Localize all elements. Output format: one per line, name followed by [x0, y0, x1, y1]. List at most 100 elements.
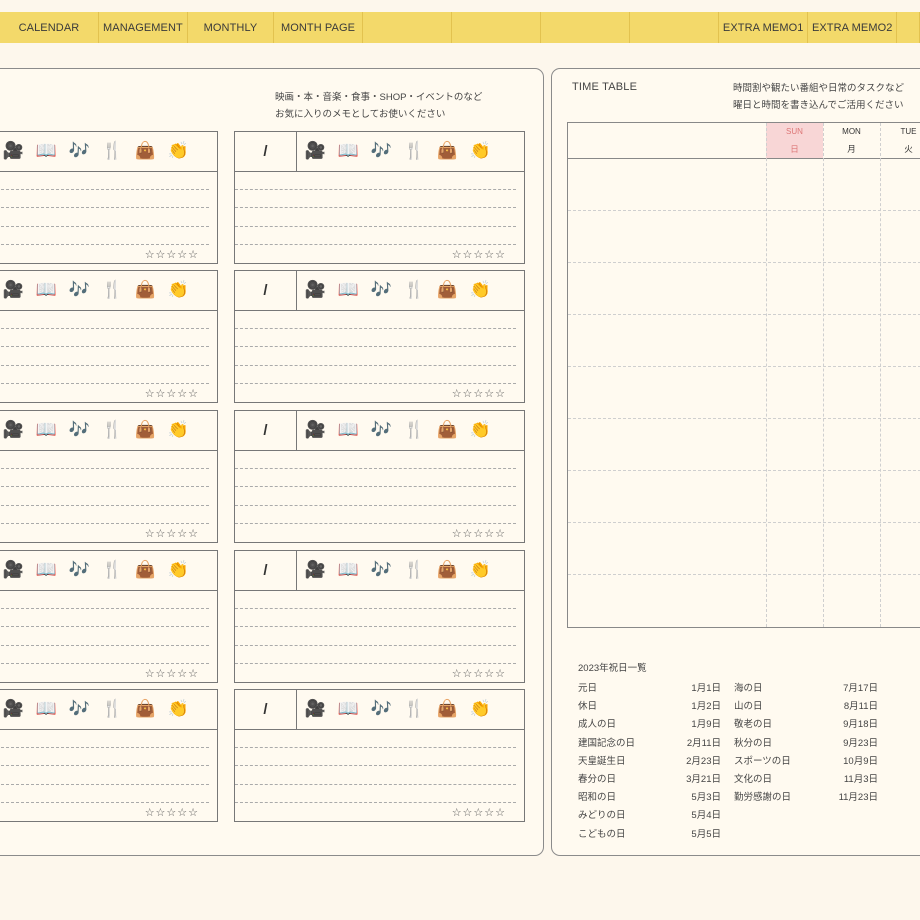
nav-tab-extra-memo2[interactable]: EXTRA MEMO2 — [808, 12, 898, 43]
handbag-icon[interactable]: 👜 — [129, 140, 162, 162]
music-notes-icon[interactable]: 🎶 — [63, 140, 96, 162]
nav-tab-calendar[interactable]: CALENDAR — [0, 12, 99, 43]
memo-card[interactable]: 🎥 📖 🎶 🍴 👜 👏 ☆☆☆☆☆ — [0, 550, 218, 683]
timetable-grid[interactable]: SUN 日 MON 月 TUE 火 — [567, 122, 920, 628]
date-field[interactable]: / — [235, 132, 297, 171]
nav-tab-empty[interactable] — [363, 12, 453, 43]
clapping-hands-icon[interactable]: 👏 — [464, 279, 497, 301]
memo-card[interactable]: 🎥 📖 🎶 🍴 👜 👏 ☆☆☆☆☆ — [0, 689, 218, 822]
music-notes-icon[interactable]: 🎶 — [63, 559, 96, 581]
star-rating[interactable]: ☆☆☆☆☆ — [145, 806, 199, 819]
clapping-hands-icon[interactable]: 👏 — [464, 698, 497, 720]
date-field[interactable]: / — [235, 690, 297, 729]
handbag-icon[interactable]: 👜 — [129, 279, 162, 301]
handbag-icon[interactable]: 👜 — [129, 559, 162, 581]
handbag-icon[interactable]: 👜 — [431, 419, 464, 441]
movie-camera-icon[interactable]: 🎥 — [0, 279, 30, 301]
nav-tab-empty[interactable] — [452, 12, 542, 43]
music-notes-icon[interactable]: 🎶 — [63, 698, 96, 720]
nav-tab-monthly[interactable]: MONTHLY — [188, 12, 275, 43]
fork-knife-icon[interactable]: 🍴 — [96, 559, 129, 581]
handbag-icon[interactable]: 👜 — [431, 698, 464, 720]
nav-tab-empty[interactable] — [897, 12, 920, 43]
book-icon[interactable]: 📖 — [332, 698, 365, 720]
nav-tab-extra-memo1[interactable]: EXTRA MEMO1 — [719, 12, 809, 43]
nav-tab-empty[interactable] — [630, 12, 720, 43]
handbag-icon[interactable]: 👜 — [129, 698, 162, 720]
memo-card[interactable]: / 🎥 📖 🎶 🍴 👜 👏 ☆☆☆☆☆ — [234, 270, 525, 403]
category-icons: 🎥 📖 🎶 🍴 👜 👏 — [299, 279, 497, 301]
memo-card[interactable]: / 🎥 📖 🎶 🍴 👜 👏 ☆☆☆☆☆ — [234, 689, 525, 822]
movie-camera-icon[interactable]: 🎥 — [299, 559, 332, 581]
fork-knife-icon[interactable]: 🍴 — [398, 279, 431, 301]
clapping-hands-icon[interactable]: 👏 — [162, 698, 195, 720]
book-icon[interactable]: 📖 — [332, 419, 365, 441]
music-notes-icon[interactable]: 🎶 — [365, 419, 398, 441]
date-field[interactable]: / — [235, 551, 297, 590]
holiday-name: スポーツの日 — [734, 755, 791, 767]
clapping-hands-icon[interactable]: 👏 — [464, 559, 497, 581]
movie-camera-icon[interactable]: 🎥 — [0, 698, 30, 720]
handbag-icon[interactable]: 👜 — [431, 279, 464, 301]
movie-camera-icon[interactable]: 🎥 — [0, 419, 30, 441]
clapping-hands-icon[interactable]: 👏 — [162, 140, 195, 162]
star-rating[interactable]: ☆☆☆☆☆ — [452, 387, 506, 400]
book-icon[interactable]: 📖 — [30, 559, 63, 581]
fork-knife-icon[interactable]: 🍴 — [398, 140, 431, 162]
fork-knife-icon[interactable]: 🍴 — [398, 419, 431, 441]
movie-camera-icon[interactable]: 🎥 — [0, 559, 30, 581]
music-notes-icon[interactable]: 🎶 — [365, 279, 398, 301]
fork-knife-icon[interactable]: 🍴 — [96, 698, 129, 720]
holiday-date: 1月9日 — [691, 719, 721, 731]
book-icon[interactable]: 📖 — [30, 698, 63, 720]
clapping-hands-icon[interactable]: 👏 — [464, 419, 497, 441]
memo-card[interactable]: / 🎥 📖 🎶 🍴 👜 👏 ☆☆☆☆☆ — [234, 410, 525, 543]
star-rating[interactable]: ☆☆☆☆☆ — [452, 806, 506, 819]
book-icon[interactable]: 📖 — [30, 279, 63, 301]
movie-camera-icon[interactable]: 🎥 — [299, 698, 332, 720]
memo-card[interactable]: 🎥 📖 🎶 🍴 👜 👏 ☆☆☆☆☆ — [0, 270, 218, 403]
clapping-hands-icon[interactable]: 👏 — [162, 419, 195, 441]
nav-tab-empty[interactable] — [541, 12, 631, 43]
fork-knife-icon[interactable]: 🍴 — [96, 419, 129, 441]
fork-knife-icon[interactable]: 🍴 — [398, 698, 431, 720]
nav-tab-month-page[interactable]: MONTH PAGE — [274, 12, 364, 43]
star-rating[interactable]: ☆☆☆☆☆ — [452, 248, 506, 261]
movie-camera-icon[interactable]: 🎥 — [299, 419, 332, 441]
music-notes-icon[interactable]: 🎶 — [365, 698, 398, 720]
music-notes-icon[interactable]: 🎶 — [365, 559, 398, 581]
star-rating[interactable]: ☆☆☆☆☆ — [452, 527, 506, 540]
memo-card[interactable]: / 🎥 📖 🎶 🍴 👜 👏 ☆☆☆☆☆ — [234, 131, 525, 264]
book-icon[interactable]: 📖 — [332, 140, 365, 162]
handbag-icon[interactable]: 👜 — [129, 419, 162, 441]
book-icon[interactable]: 📖 — [332, 559, 365, 581]
music-notes-icon[interactable]: 🎶 — [63, 279, 96, 301]
memo-card[interactable]: / 🎥 📖 🎶 🍴 👜 👏 ☆☆☆☆☆ — [234, 550, 525, 683]
book-icon[interactable]: 📖 — [30, 419, 63, 441]
nav-tab-management[interactable]: MANAGEMENT — [99, 12, 188, 43]
star-rating[interactable]: ☆☆☆☆☆ — [145, 667, 199, 680]
movie-camera-icon[interactable]: 🎥 — [299, 279, 332, 301]
star-rating[interactable]: ☆☆☆☆☆ — [145, 527, 199, 540]
clapping-hands-icon[interactable]: 👏 — [464, 140, 497, 162]
memo-card[interactable]: 🎥 📖 🎶 🍴 👜 👏 ☆☆☆☆☆ — [0, 410, 218, 543]
clapping-hands-icon[interactable]: 👏 — [162, 559, 195, 581]
movie-camera-icon[interactable]: 🎥 — [299, 140, 332, 162]
book-icon[interactable]: 📖 — [30, 140, 63, 162]
book-icon[interactable]: 📖 — [332, 279, 365, 301]
date-field[interactable]: / — [235, 271, 297, 310]
date-field[interactable]: / — [235, 411, 297, 450]
movie-camera-icon[interactable]: 🎥 — [0, 140, 30, 162]
music-notes-icon[interactable]: 🎶 — [365, 140, 398, 162]
fork-knife-icon[interactable]: 🍴 — [398, 559, 431, 581]
star-rating[interactable]: ☆☆☆☆☆ — [452, 667, 506, 680]
star-rating[interactable]: ☆☆☆☆☆ — [145, 248, 199, 261]
music-notes-icon[interactable]: 🎶 — [63, 419, 96, 441]
star-rating[interactable]: ☆☆☆☆☆ — [145, 387, 199, 400]
fork-knife-icon[interactable]: 🍴 — [96, 140, 129, 162]
handbag-icon[interactable]: 👜 — [431, 559, 464, 581]
fork-knife-icon[interactable]: 🍴 — [96, 279, 129, 301]
handbag-icon[interactable]: 👜 — [431, 140, 464, 162]
memo-card[interactable]: 🎥 📖 🎶 🍴 👜 👏 ☆☆☆☆☆ — [0, 131, 218, 264]
clapping-hands-icon[interactable]: 👏 — [162, 279, 195, 301]
